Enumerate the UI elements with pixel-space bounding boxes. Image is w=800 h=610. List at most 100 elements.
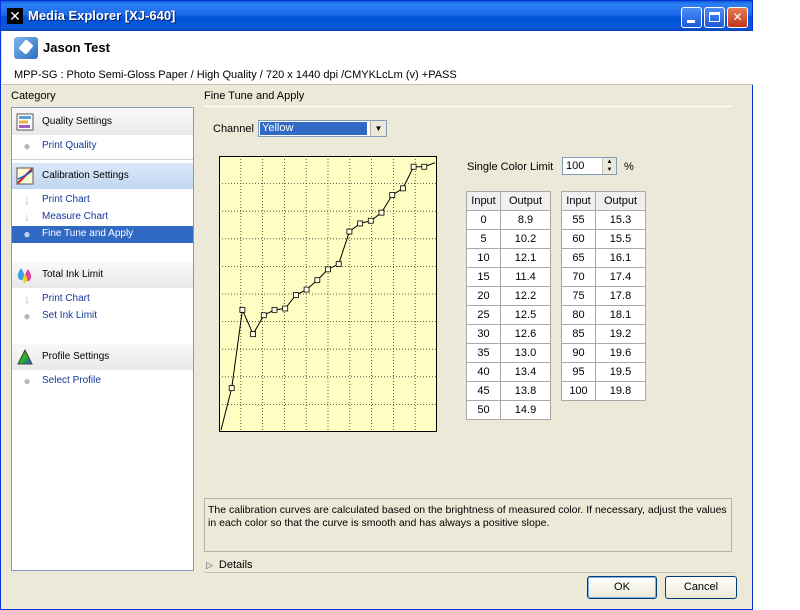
calibration-curve-chart[interactable]: [219, 156, 437, 432]
curve-control-point[interactable]: [228, 385, 235, 392]
details-toggle[interactable]: ▷ Details: [206, 559, 253, 571]
curve-control-point[interactable]: [250, 331, 257, 338]
maximize-button[interactable]: [704, 7, 725, 28]
sidebar-item-label: Print Quality: [42, 140, 97, 151]
chevron-down-icon[interactable]: ▼: [370, 121, 386, 136]
sidebar-item-ink-print-chart[interactable]: ↓ Print Chart: [12, 291, 193, 308]
curve-control-point[interactable]: [314, 277, 321, 284]
output-cell[interactable]: 8.9: [500, 210, 551, 230]
output-cell[interactable]: 15.5: [595, 229, 646, 249]
input-cell: 70: [561, 267, 596, 287]
close-button[interactable]: ✕: [727, 7, 748, 28]
single-color-limit-stepper[interactable]: 100 ▲ ▼: [562, 157, 617, 175]
curve-control-point[interactable]: [271, 306, 278, 313]
output-cell[interactable]: 13.8: [500, 381, 551, 401]
description-text: The calibration curves are calculated ba…: [204, 498, 732, 552]
bullet-icon: ●: [23, 309, 31, 323]
spin-up-icon[interactable]: ▲: [603, 158, 616, 166]
title-bar[interactable]: ✕ Media Explorer [XJ-640] ✕: [1, 1, 752, 31]
section-total-ink-limit[interactable]: Total Ink Limit: [12, 262, 193, 288]
tag-icon: [14, 37, 38, 59]
curve-control-point[interactable]: [335, 261, 342, 267]
sidebar-item-print-quality[interactable]: ● Print Quality: [12, 138, 193, 155]
curve-control-point[interactable]: [282, 305, 289, 312]
output-cell[interactable]: 12.1: [500, 248, 551, 268]
curve-control-point[interactable]: [260, 312, 267, 319]
output-cell[interactable]: 11.4: [500, 267, 551, 287]
output-cell[interactable]: 12.6: [500, 324, 551, 344]
channel-select[interactable]: Yellow ▼: [258, 120, 387, 137]
column-header-output: Output: [500, 191, 551, 211]
output-cell[interactable]: 19.5: [595, 362, 646, 382]
sidebar-item-measure-chart[interactable]: ↓ Measure Chart: [12, 209, 193, 226]
arrow-down-icon: ↓: [24, 210, 30, 224]
table-row: 70 17.4: [561, 267, 646, 287]
input-cell: 100: [561, 381, 596, 401]
sidebar-item-label: Set Ink Limit: [42, 310, 98, 321]
cancel-button[interactable]: Cancel: [665, 576, 737, 599]
curve-control-point[interactable]: [421, 163, 428, 170]
curve-control-point[interactable]: [367, 217, 374, 224]
single-color-limit-label: Single Color Limit: [467, 161, 554, 173]
minimize-button[interactable]: [681, 7, 702, 28]
output-cell[interactable]: 15.3: [595, 210, 646, 230]
input-cell: 50: [466, 400, 501, 420]
curve-control-point[interactable]: [346, 228, 353, 235]
table-row: 90 19.6: [561, 343, 646, 363]
sidebar-item-print-chart[interactable]: ↓ Print Chart: [12, 192, 193, 209]
single-color-limit-value: 100: [566, 160, 585, 172]
curve-control-point[interactable]: [303, 286, 310, 293]
input-cell: 15: [466, 267, 501, 287]
window-title: Media Explorer [XJ-640]: [28, 8, 176, 23]
table-row: 95 19.5: [561, 362, 646, 382]
output-cell[interactable]: 13.4: [500, 362, 551, 382]
table-row: 50 14.9: [466, 400, 551, 420]
sidebar-item-fine-tune-and-apply[interactable]: ● Fine Tune and Apply: [12, 226, 193, 243]
output-cell[interactable]: 19.6: [595, 343, 646, 363]
sidebar-item-label: Print Chart: [42, 194, 90, 205]
spin-buttons[interactable]: ▲ ▼: [602, 158, 616, 174]
ink-drops-icon: [17, 268, 32, 283]
category-sidebar: Quality Settings ● Print Quality Calibra…: [11, 107, 194, 571]
sidebar-item-select-profile[interactable]: ● Select Profile: [12, 373, 193, 390]
output-cell[interactable]: 17.8: [595, 286, 646, 306]
curve-control-point[interactable]: [389, 192, 396, 198]
column-header-output: Output: [595, 191, 646, 211]
curve-control-point[interactable]: [239, 306, 246, 313]
input-cell: 90: [561, 343, 596, 363]
curve-control-point[interactable]: [378, 209, 385, 216]
bottom-divider: [204, 572, 735, 573]
output-cell[interactable]: 16.1: [595, 248, 646, 268]
curve-control-point[interactable]: [293, 292, 299, 298]
curve-control-point[interactable]: [357, 220, 364, 227]
sidebar-item-set-ink-limit[interactable]: ● Set Ink Limit: [12, 308, 193, 325]
output-cell[interactable]: 12.2: [500, 286, 551, 306]
curve-control-point[interactable]: [399, 185, 406, 192]
calibration-icon: [16, 167, 34, 185]
output-cell[interactable]: 19.2: [595, 324, 646, 344]
bullet-icon: ●: [23, 227, 31, 241]
input-cell: 10: [466, 248, 501, 268]
table-row: 40 13.4: [466, 362, 551, 382]
output-cell[interactable]: 14.9: [500, 400, 551, 420]
section-calibration-settings[interactable]: Calibration Settings: [12, 163, 193, 189]
output-cell[interactable]: 19.8: [595, 381, 646, 401]
output-cell[interactable]: 12.5: [500, 305, 551, 325]
page-title: Fine Tune and Apply: [204, 90, 305, 102]
input-cell: 75: [561, 286, 596, 306]
output-cell[interactable]: 17.4: [595, 267, 646, 287]
output-cell[interactable]: 13.0: [500, 343, 551, 363]
section-quality-settings[interactable]: Quality Settings: [12, 109, 193, 135]
curve-control-point[interactable]: [410, 163, 417, 170]
user-name: Jason Test: [43, 40, 110, 55]
output-cell[interactable]: 18.1: [595, 305, 646, 325]
ok-button[interactable]: OK: [587, 576, 657, 599]
section-profile-settings[interactable]: Profile Settings: [12, 344, 193, 370]
title-divider: [204, 106, 732, 107]
close-icon: ✕: [732, 10, 743, 24]
spin-down-icon[interactable]: ▼: [603, 166, 616, 174]
curve-control-point[interactable]: [325, 266, 331, 273]
table-row: 15 11.4: [466, 267, 551, 287]
output-cell[interactable]: 10.2: [500, 229, 551, 249]
input-cell: 95: [561, 362, 596, 382]
